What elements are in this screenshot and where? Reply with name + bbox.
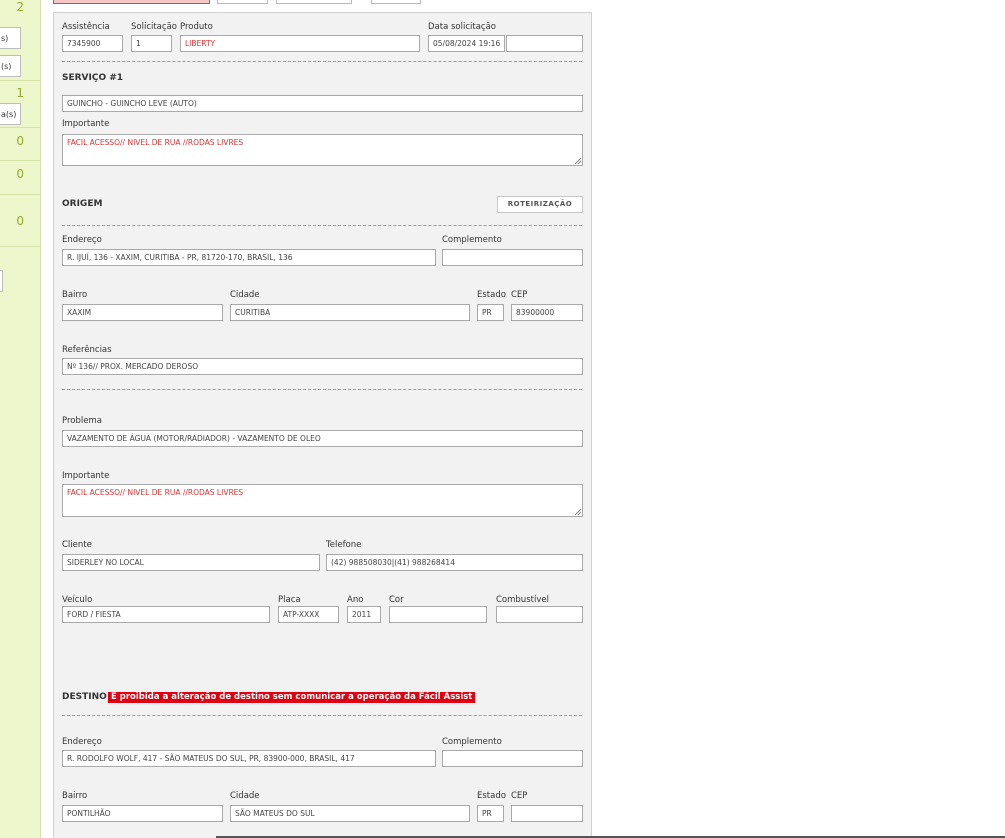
divider (0, 80, 40, 81)
ano-field[interactable]: 2011 (347, 606, 381, 623)
solicitacao-field[interactable]: 1 (131, 35, 172, 52)
problema-importante-textarea[interactable]: FACIL ACESSO// NIVEL DE RUA //RODAS LIVR… (62, 484, 583, 517)
destino-title: DESTINO (62, 692, 107, 702)
count-badge: 2 (16, 0, 24, 14)
resize-grip-icon[interactable] (575, 158, 581, 164)
origem-referencias-label: Referências (62, 345, 112, 355)
sidebar-item[interactable]: s) (0, 27, 21, 49)
divider (0, 160, 40, 161)
assistencia-label: Assistência (62, 22, 110, 32)
origem-cep-field[interactable]: 83900000 (511, 304, 583, 321)
combustivel-label: Combustível (496, 595, 549, 605)
assistencia-field[interactable]: 7345900 (62, 35, 123, 52)
toolbar-button[interactable] (371, 0, 421, 4)
placa-label: Placa (278, 595, 301, 605)
cor-label: Cor (389, 595, 404, 605)
sidebar-item-label: a(s) (1, 110, 17, 119)
divider (0, 127, 40, 128)
problema-field[interactable]: VAZAMENTO DE ÁGUA (MOTOR/RADIADOR) - VAZ… (62, 430, 583, 447)
toolbar-button[interactable] (53, 0, 210, 4)
combustivel-field[interactable] (496, 606, 583, 623)
problema-label: Problema (62, 416, 102, 426)
destino-bairro-label: Bairro (62, 791, 88, 801)
veiculo-field[interactable]: FORD / FIESTA (62, 606, 270, 623)
origem-referencias-field[interactable]: Nº 136// PROX. MERCADO DEROSO (62, 358, 583, 375)
origem-estado-field[interactable]: PR (477, 304, 504, 321)
placa-field[interactable]: ATP-XXXX (278, 606, 339, 623)
count-badge: 1 (16, 86, 24, 100)
servico-importante-label: Importante (62, 119, 110, 129)
servico-field[interactable]: GUINCHO - GUINCHO LEVE (AUTO) (62, 95, 583, 112)
destino-estado-field[interactable]: PR (477, 805, 504, 822)
count-badge: 0 (16, 134, 24, 148)
servico-importante-text: FACIL ACESSO// NIVEL DE RUA //RODAS LIVR… (67, 138, 244, 147)
roteirizacao-button[interactable]: ROTEIRIZAÇÃO (497, 196, 583, 213)
origem-cidade-label: Cidade (230, 290, 260, 300)
telefone-field[interactable]: (42) 988508030|(41) 988268414 (326, 554, 583, 571)
solicitacao-label: Solicitação (131, 22, 177, 32)
servico-title: SERVIÇO #1 (62, 73, 124, 83)
origem-bairro-field[interactable]: XAXIM (62, 304, 223, 321)
origem-endereco-field[interactable]: R. IJUÍ, 136 - XAXIM, CURITIBA - PR, 817… (62, 249, 436, 266)
toolbar-button[interactable] (217, 0, 268, 4)
count-badge: 0 (16, 214, 24, 228)
divider (0, 194, 40, 195)
count-badge: 0 (16, 167, 24, 181)
telefone-label: Telefone (326, 540, 362, 550)
destino-endereco-label: Endereço (62, 737, 102, 747)
sidebar-item[interactable] (0, 270, 3, 292)
divider (0, 246, 40, 247)
data-solicitacao-extra-field[interactable] (506, 35, 583, 52)
veiculo-label: Veículo (62, 595, 93, 605)
cliente-field[interactable]: SIDERLEY NO LOCAL (62, 554, 320, 571)
origem-cep-label: CEP (511, 290, 528, 300)
produto-label: Produto (180, 22, 213, 32)
section-divider (62, 225, 582, 226)
data-solicitacao-label: Data solicitação (428, 22, 497, 32)
servico-importante-textarea[interactable]: FACIL ACESSO// NIVEL DE RUA //RODAS LIVR… (62, 134, 583, 166)
destino-cidade-label: Cidade (230, 791, 260, 801)
origem-complemento-label: Complemento (442, 235, 502, 245)
origem-endereco-label: Endereço (62, 235, 102, 245)
sidebar-item[interactable]: (s) (0, 55, 21, 77)
destino-warning-banner: É proibida a alteração de destino sem co… (108, 692, 476, 703)
origem-complemento-field[interactable] (442, 249, 583, 266)
origem-estado-label: Estado (477, 290, 506, 300)
problema-importante-text: FACIL ACESSO// NIVEL DE RUA //RODAS LIVR… (67, 488, 244, 497)
destino-complemento-field[interactable] (442, 750, 583, 767)
destino-estado-label: Estado (477, 791, 506, 801)
cor-field[interactable] (389, 606, 487, 623)
origem-cidade-field[interactable]: CURITIBA (230, 304, 470, 321)
produto-field[interactable]: LIBERTY (180, 35, 420, 52)
destino-complemento-label: Complemento (442, 737, 502, 747)
section-divider (62, 61, 582, 62)
section-divider (62, 389, 582, 390)
cliente-label: Cliente (62, 540, 92, 550)
data-solicitacao-field[interactable]: 05/08/2024 19:16 (428, 35, 505, 52)
section-divider (62, 715, 582, 716)
destino-cep-label: CEP (511, 791, 528, 801)
destino-bairro-field[interactable]: PONTILHÃO (62, 805, 223, 822)
sidebar-item-label: (s) (1, 62, 12, 71)
problema-importante-label: Importante (62, 471, 110, 481)
origem-title: ORIGEM (62, 199, 103, 209)
destino-cidade-field[interactable]: SÃO MATEUS DO SUL (230, 805, 470, 822)
left-sidebar: 2 s) (s) 1 a(s) 0 0 0 (0, 0, 41, 838)
origem-bairro-label: Bairro (62, 290, 88, 300)
destino-cep-field[interactable] (511, 805, 583, 822)
sidebar-item[interactable]: a(s) (0, 103, 21, 125)
resize-grip-icon[interactable] (575, 509, 581, 515)
ano-label: Ano (347, 595, 364, 605)
sidebar-item-label: s) (1, 34, 9, 43)
destino-endereco-field[interactable]: R. RODOLFO WOLF, 417 - SÃO MATEUS DO SUL… (62, 750, 436, 767)
toolbar-button[interactable] (276, 0, 352, 4)
